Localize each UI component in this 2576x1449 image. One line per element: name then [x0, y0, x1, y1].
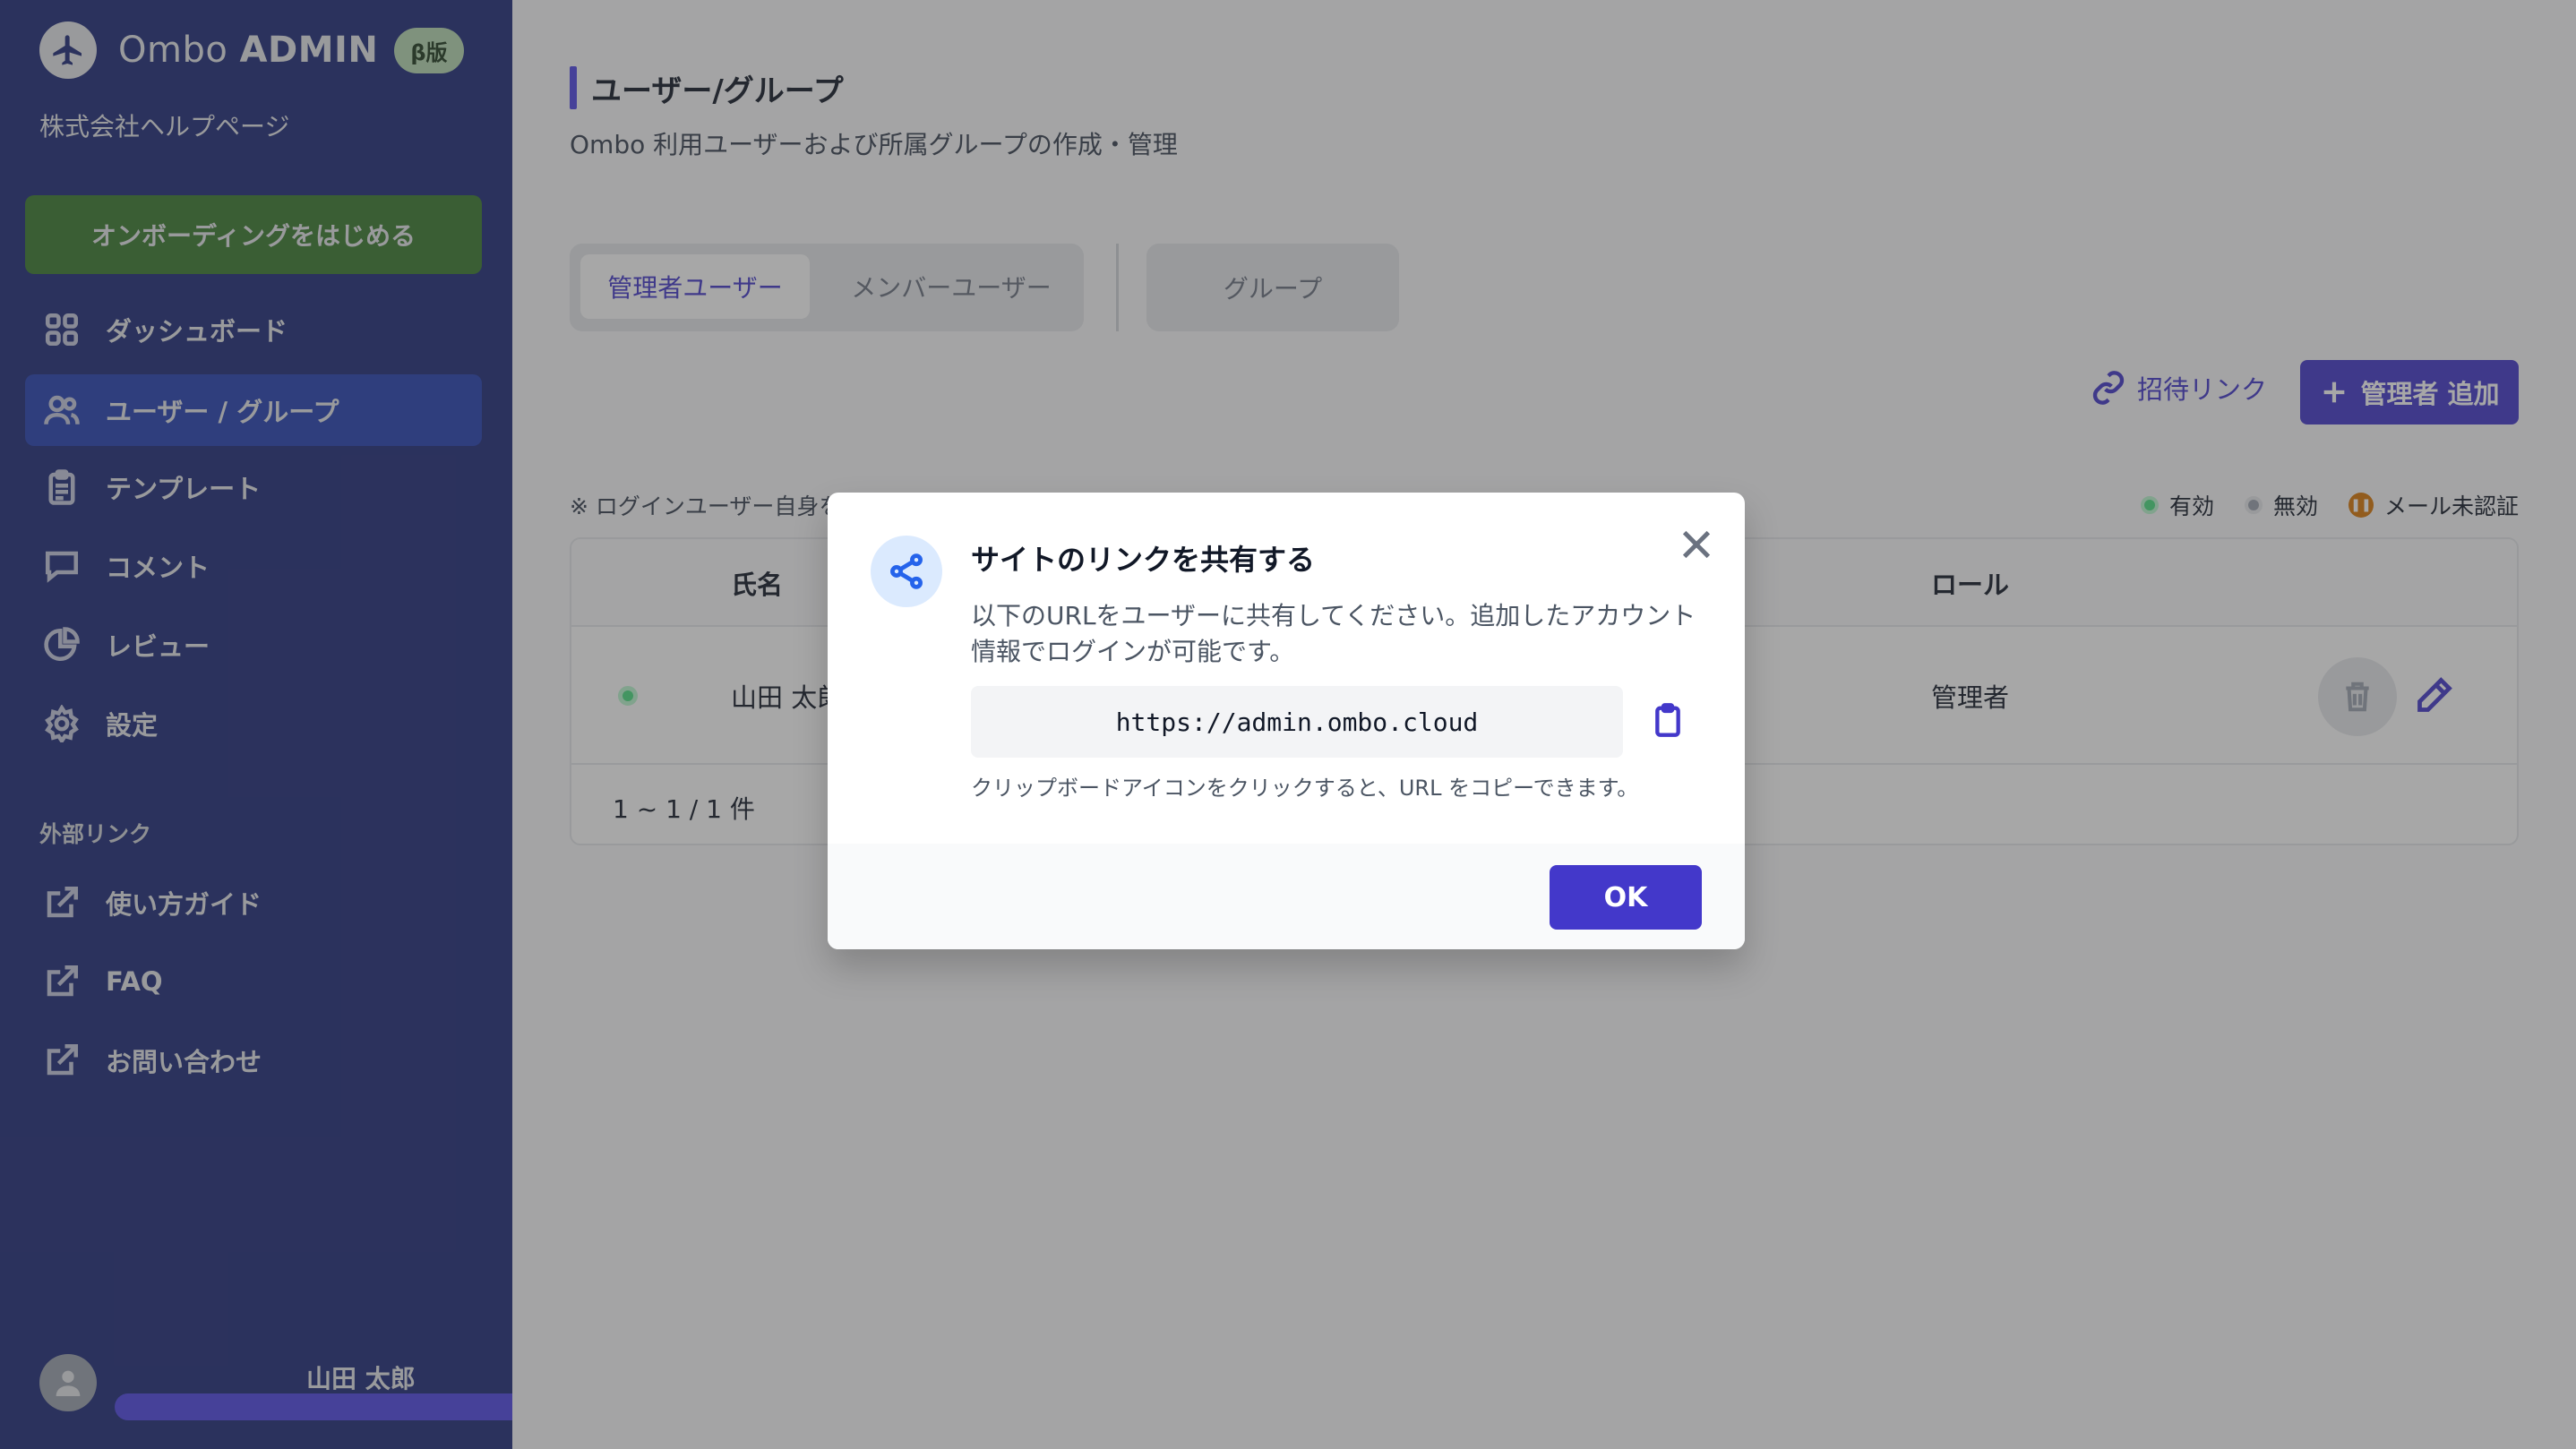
- close-icon: [1682, 530, 1711, 559]
- close-button[interactable]: [1679, 527, 1718, 566]
- modal-title: サイトのリンクを共有する: [971, 543, 1316, 577]
- ok-button[interactable]: OK: [1550, 865, 1702, 930]
- url-field[interactable]: https://admin.ombo.cloud: [971, 686, 1623, 758]
- copy-button[interactable]: [1650, 702, 1689, 742]
- clipboard-icon: [1655, 703, 1680, 737]
- modal-description: 以下のURLをユーザーに共有してください。追加したアカウント情報でログインが可能…: [971, 601, 1696, 666]
- modal-footer: OK: [828, 844, 1745, 949]
- share-link-modal: サイトのリンクを共有する 以下のURLをユーザーに共有してください。追加したアカ…: [828, 493, 1745, 949]
- share-icon: [871, 536, 942, 607]
- modal-hint: クリップボードアイコンをクリックすると、URL をコピーできます。: [971, 776, 1639, 801]
